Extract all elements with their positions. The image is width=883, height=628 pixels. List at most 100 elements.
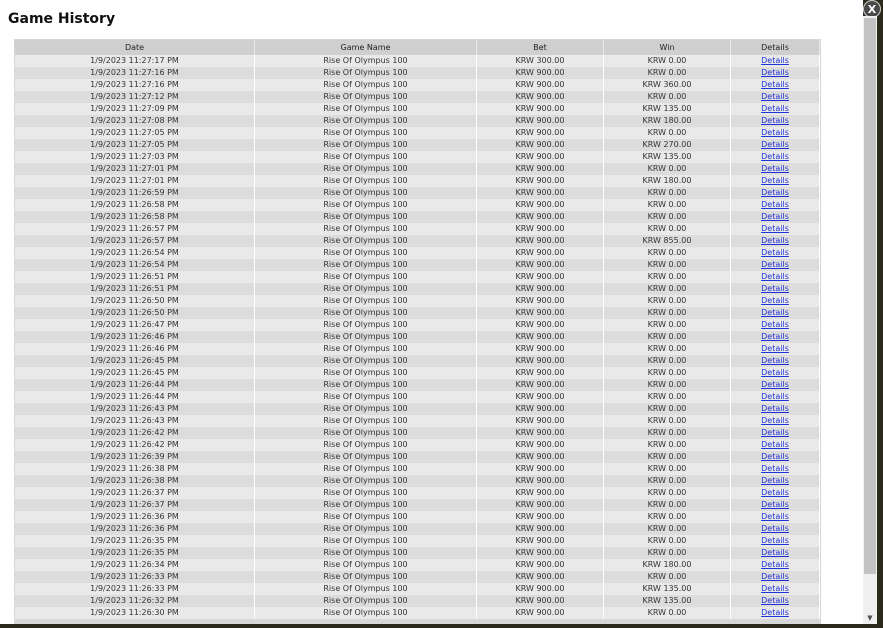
date-cell: 1/9/2023 11:26:44 PM [15,391,255,403]
details-link[interactable]: Details [761,452,789,461]
column-header-date[interactable]: Date [15,40,255,55]
bet-cell: KRW 900.00 [477,115,604,127]
bet-cell: KRW 900.00 [477,523,604,535]
win-cell: KRW 0.00 [604,127,731,139]
details-link[interactable]: Details [761,512,789,521]
dialog-title: Game History [8,11,116,27]
date-cell: 1/9/2023 11:26:32 PM [15,595,255,607]
date-cell: 1/9/2023 11:26:47 PM [15,319,255,331]
details-link[interactable]: Details [761,104,789,113]
details-link[interactable]: Details [761,560,789,569]
scrollbar-thumb[interactable] [864,18,876,574]
details-link[interactable]: Details [761,248,789,257]
game-name-cell: Rise Of Olympus 100 [255,547,477,559]
win-cell: KRW 0.00 [604,475,731,487]
win-cell: KRW 0.00 [604,331,731,343]
table-row: 1/9/2023 11:27:16 PM Rise Of Olympus 100 K… [15,67,820,79]
details-link[interactable]: Details [761,608,789,617]
bet-cell: KRW 900.00 [477,271,604,283]
date-cell: 1/9/2023 11:26:37 PM [15,499,255,511]
bet-cell: KRW 900.00 [477,559,604,571]
details-cell: Details [731,487,820,499]
game-name-cell: Rise Of Olympus 100 [255,331,477,343]
details-link[interactable]: Details [761,296,789,305]
vertical-scrollbar[interactable]: ▼ [863,16,877,624]
details-link[interactable]: Details [761,308,789,317]
details-link[interactable]: Details [761,596,789,605]
details-link[interactable]: Details [761,488,789,497]
date-cell: 1/9/2023 11:27:12 PM [15,91,255,103]
details-link[interactable]: Details [761,236,789,245]
details-link[interactable]: Details [761,56,789,65]
details-link[interactable]: Details [761,128,789,137]
details-link[interactable]: Details [761,68,789,77]
details-link[interactable]: Details [761,368,789,377]
details-link[interactable]: Details [761,260,789,269]
table-row: 1/9/2023 11:26:51 PM Rise Of Olympus 100 K… [15,283,820,295]
details-link[interactable]: Details [761,440,789,449]
details-link[interactable]: Details [761,140,789,149]
details-link[interactable]: Details [761,500,789,509]
column-header-win[interactable]: Win [604,40,731,55]
details-link[interactable]: Details [761,116,789,125]
details-link[interactable]: Details [761,524,789,533]
details-link[interactable]: Details [761,548,789,557]
details-cell: Details [731,79,820,91]
details-cell: Details [731,511,820,523]
details-link[interactable]: Details [761,536,789,545]
details-cell: Details [731,355,820,367]
win-cell: KRW 0.00 [604,271,731,283]
details-link[interactable]: Details [761,584,789,593]
win-cell: KRW 0.00 [604,223,731,235]
details-link[interactable]: Details [761,176,789,185]
win-cell: KRW 855.00 [604,235,731,247]
details-link[interactable]: Details [761,272,789,281]
chevron-down-icon[interactable]: ▼ [865,614,875,622]
details-link[interactable]: Details [761,404,789,413]
details-link[interactable]: Details [761,392,789,401]
bet-cell: KRW 900.00 [477,547,604,559]
win-cell: KRW 135.00 [604,595,731,607]
details-link[interactable]: Details [761,224,789,233]
details-link[interactable]: Details [761,464,789,473]
date-cell: 1/9/2023 11:26:50 PM [15,295,255,307]
details-link[interactable]: Details [761,200,789,209]
details-link[interactable]: Details [761,284,789,293]
details-cell: Details [731,319,820,331]
details-link[interactable]: Details [761,428,789,437]
win-cell: KRW 0.00 [604,187,731,199]
details-link[interactable]: Details [761,188,789,197]
details-link[interactable]: Details [761,380,789,389]
game-name-cell: Rise Of Olympus 100 [255,559,477,571]
details-link[interactable]: Details [761,344,789,353]
details-link[interactable]: Details [761,80,789,89]
column-header-bet[interactable]: Bet [477,40,604,55]
bet-cell: KRW 900.00 [477,403,604,415]
game-name-cell: Rise Of Olympus 100 [255,319,477,331]
bet-cell: KRW 900.00 [477,487,604,499]
date-cell: 1/9/2023 11:27:08 PM [15,115,255,127]
details-cell: Details [731,307,820,319]
win-cell: KRW 0.00 [604,199,731,211]
details-link[interactable]: Details [761,212,789,221]
table-row: 1/9/2023 11:26:34 PM Rise Of Olympus 100 K… [15,559,820,571]
details-link[interactable]: Details [761,356,789,365]
details-link[interactable]: Details [761,476,789,485]
date-cell: 1/9/2023 11:27:01 PM [15,175,255,187]
details-link[interactable]: Details [761,152,789,161]
details-link[interactable]: Details [761,416,789,425]
bet-cell: KRW 900.00 [477,583,604,595]
table-row: 1/9/2023 11:26:59 PM Rise Of Olympus 100 K… [15,187,820,199]
details-link[interactable]: Details [761,92,789,101]
details-link[interactable]: Details [761,164,789,173]
table-row: 1/9/2023 11:26:50 PM Rise Of Olympus 100 K… [15,295,820,307]
details-cell: Details [731,415,820,427]
table-row: 1/9/2023 11:27:16 PM Rise Of Olympus 100 K… [15,79,820,91]
win-cell: KRW 0.00 [604,451,731,463]
column-header-game-name[interactable]: Game Name [255,40,477,55]
bet-cell: KRW 900.00 [477,343,604,355]
details-link[interactable]: Details [761,332,789,341]
details-link[interactable]: Details [761,572,789,581]
table-header-row: Date Game Name Bet Win Details [15,40,820,55]
details-link[interactable]: Details [761,320,789,329]
